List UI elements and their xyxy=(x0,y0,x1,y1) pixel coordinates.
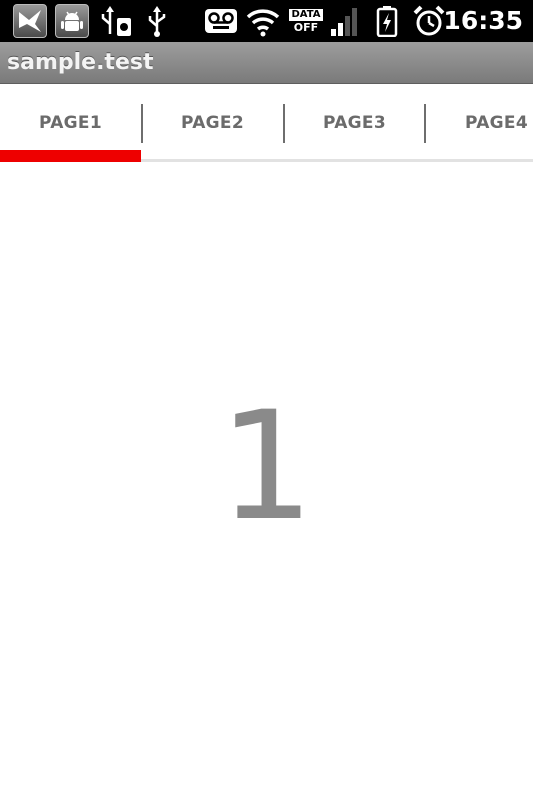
tab-page2[interactable]: PAGE2 xyxy=(142,84,283,162)
page-content[interactable]: 1 xyxy=(0,162,533,800)
tab-label: PAGE3 xyxy=(323,112,386,133)
battery-charging-icon xyxy=(374,4,400,38)
data-off-icon: DATA OFF xyxy=(288,4,324,38)
android-debug-icon xyxy=(55,4,89,38)
status-clock: 16:35 xyxy=(443,6,523,35)
tab-strip: PAGE1 PAGE2 PAGE3 PAGE4 xyxy=(0,84,533,162)
usb-icon xyxy=(143,4,171,38)
data-off-label: OFF xyxy=(293,21,319,34)
tab-page3[interactable]: PAGE3 xyxy=(284,84,425,162)
voicemail-icon xyxy=(204,4,238,38)
tab-label: PAGE2 xyxy=(181,112,244,133)
tab-label: PAGE4 xyxy=(465,112,528,133)
usb-storage-icon xyxy=(98,4,134,38)
alarm-icon xyxy=(412,4,446,38)
status-bar: DATA OFF 16:35 xyxy=(0,0,533,42)
data-label: DATA xyxy=(289,9,323,21)
page-number: 1 xyxy=(218,380,315,554)
app-title: sample.test xyxy=(7,50,154,75)
tab-page4[interactable]: PAGE4 xyxy=(426,84,533,162)
tab-label: PAGE1 xyxy=(39,112,102,133)
signal-icon xyxy=(328,4,362,38)
notification-icon xyxy=(13,4,47,38)
wifi-icon xyxy=(246,4,280,38)
selected-tab-indicator xyxy=(0,150,141,162)
app-title-bar: sample.test xyxy=(0,42,533,84)
